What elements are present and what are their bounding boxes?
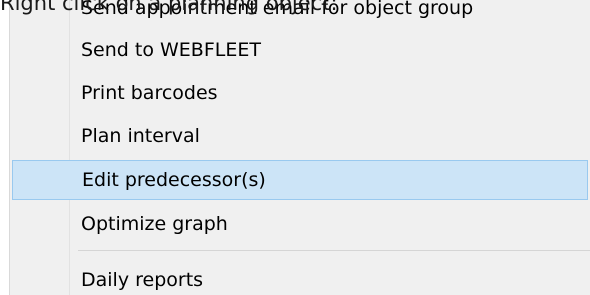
menu-item-plan-interval[interactable]: Plan interval — [10, 116, 590, 156]
menu-item-print-barcodes[interactable]: Print barcodes — [10, 73, 590, 113]
menu-item-send-to-webfleet[interactable]: Send to WEBFLEET — [10, 30, 590, 70]
menu-item-label: Optimize graph — [81, 213, 228, 235]
menu-item-daily-reports[interactable]: Daily reports — [10, 260, 590, 295]
menu-item-label: Edit predecessor(s) — [82, 169, 266, 191]
menu-item-label: Plan interval — [81, 125, 200, 147]
menu-item-optimize-graph[interactable]: Optimize graph — [10, 204, 590, 244]
page-caption: Right click on a planning object: — [0, 0, 338, 15]
screenshot: Send appointment email for object group … — [0, 0, 590, 295]
context-menu: Send appointment email for object group … — [9, 0, 590, 295]
menu-item-label: Send to WEBFLEET — [81, 39, 261, 61]
menu-separator — [78, 250, 590, 251]
menu-item-label: Print barcodes — [81, 82, 218, 104]
menu-item-label: Daily reports — [81, 269, 204, 291]
menu-item-edit-predecessors[interactable]: Edit predecessor(s) — [12, 160, 588, 200]
